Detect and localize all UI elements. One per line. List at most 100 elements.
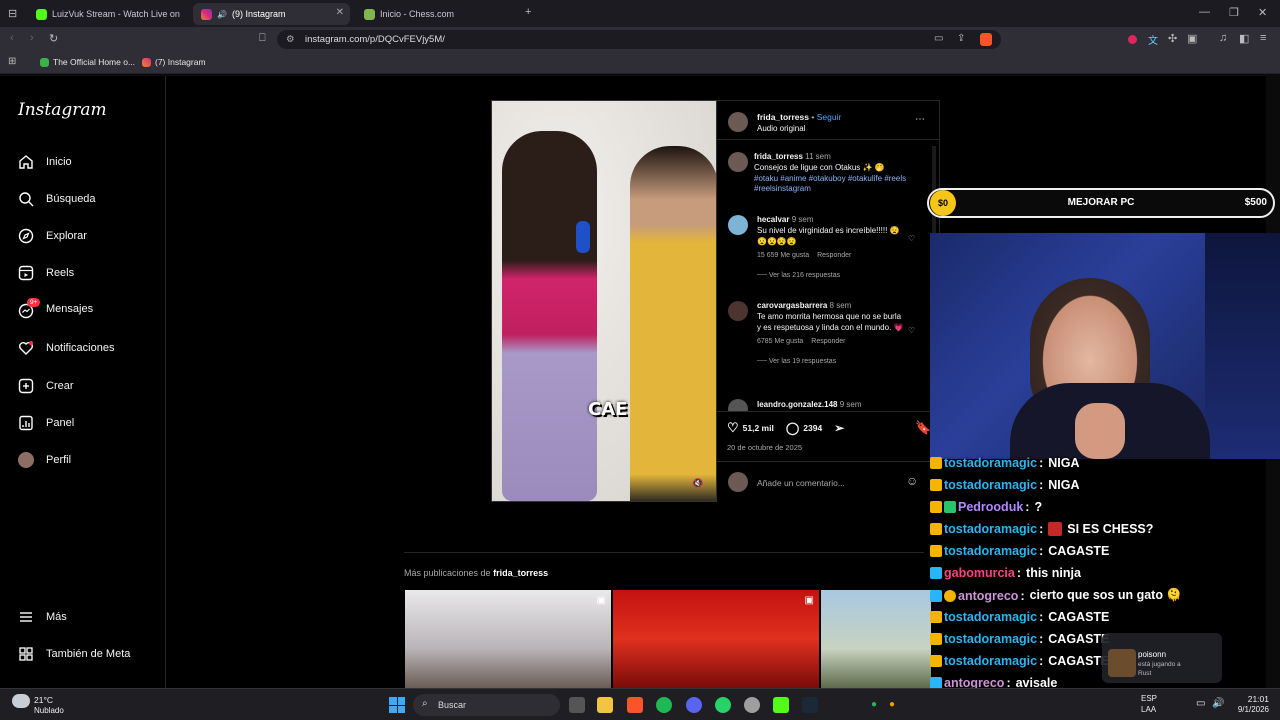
kick-icon[interactable] — [773, 697, 789, 713]
comment-username[interactable]: leandro.gonzalez.148 — [757, 400, 837, 409]
nav-item-mas[interactable]: Más — [18, 609, 67, 625]
nav-item-explorar[interactable]: Explorar — [18, 228, 87, 244]
screen-icon[interactable]: ▭ — [934, 33, 943, 44]
brave-browser-icon[interactable] — [627, 697, 643, 713]
like-count[interactable]: 51,2 mil — [743, 423, 774, 433]
tray-app-icon[interactable]: ● — [889, 699, 895, 710]
tray-spotify-icon[interactable]: ● — [871, 699, 877, 710]
extension-red-icon[interactable] — [1128, 35, 1137, 44]
tab-chess[interactable]: Inicio - Chess.com — [356, 3, 516, 25]
comment-icon[interactable]: ◯ — [786, 421, 799, 435]
whatsapp-icon[interactable] — [715, 697, 731, 713]
comment-likes[interactable]: 6785 Me gusta — [757, 338, 803, 345]
comment-likes[interactable]: 15 659 Me gusta — [757, 252, 809, 259]
spotify-icon[interactable] — [656, 697, 672, 713]
wallet-icon[interactable]: ▣ — [1187, 32, 1197, 45]
view-replies-button[interactable]: Ver las 19 respuestas — [769, 358, 836, 365]
caption-hashtags[interactable]: #otaku #anime #otakuboy #otakulife #reel… — [754, 174, 914, 196]
reply-button[interactable]: Responder — [811, 338, 845, 345]
nav-item-inicio[interactable]: Inicio — [18, 154, 72, 170]
chat-username[interactable]: tostadoramagic — [944, 544, 1037, 558]
more-post-thumbnail[interactable]: ▣ — [405, 590, 611, 688]
bookmark-item[interactable]: (7) Instagram — [142, 57, 206, 67]
caption-username[interactable]: frida_torress — [754, 152, 803, 161]
close-window-icon[interactable]: ✕ — [1258, 6, 1267, 19]
file-explorer-icon[interactable] — [597, 697, 613, 713]
weather-cloud-icon[interactable] — [12, 694, 30, 708]
author-avatar[interactable] — [728, 112, 748, 132]
comment-username[interactable]: hecalvar — [757, 215, 789, 224]
sidebar-toggle-icon[interactable]: ◧ — [1239, 32, 1249, 45]
chat-username[interactable]: antogreco — [958, 589, 1018, 603]
caption-avatar[interactable] — [728, 152, 748, 172]
bookmark-item[interactable]: The Official Home o... — [40, 57, 135, 67]
follow-button[interactable]: Seguir — [817, 112, 842, 122]
chat-username[interactable]: tostadoramagic — [944, 654, 1037, 668]
view-replies-button[interactable]: Ver las 216 respuestas — [769, 272, 840, 279]
volume-icon[interactable]: 🔊 — [1212, 698, 1224, 709]
reload-icon[interactable]: ↻ — [49, 32, 58, 45]
comment-avatar[interactable] — [728, 301, 748, 321]
back-icon[interactable]: ‹ — [10, 32, 14, 44]
apps-grid-icon[interactable]: ⊞ — [8, 56, 16, 67]
add-comment-input[interactable]: Añade un comentario... — [757, 478, 845, 488]
close-tab-icon[interactable]: ✕ — [336, 7, 344, 18]
chat-username[interactable]: tostadoramagic — [944, 610, 1037, 624]
bookmark-icon[interactable]: ⎕ — [259, 32, 266, 45]
chat-username[interactable]: tostadoramagic — [944, 522, 1037, 536]
nav-item-mensajes[interactable]: 9+ Mensajes — [18, 298, 93, 319]
discord-icon[interactable] — [686, 697, 702, 713]
chat-username[interactable]: tostadoramagic — [944, 456, 1037, 470]
obs-icon[interactable] — [744, 697, 760, 713]
translate-icon[interactable]: 文 — [1148, 32, 1158, 47]
minimize-icon[interactable]: — — [1199, 6, 1210, 18]
tab-instagram[interactable]: 🔊 (9) Instagram ✕ — [193, 3, 350, 25]
share-icon[interactable]: ➢ — [834, 421, 844, 435]
brave-shield-icon[interactable] — [980, 33, 992, 46]
language-code[interactable]: ESP — [1141, 694, 1157, 703]
browser-menu-icon[interactable]: ⊟ — [8, 7, 17, 20]
chat-username[interactable]: tostadoramagic — [944, 478, 1037, 492]
windows-start-icon[interactable] — [389, 697, 405, 713]
comment-username[interactable]: carovargasbarrera — [757, 301, 827, 310]
reply-button[interactable]: Responder — [817, 252, 851, 259]
steam-icon[interactable] — [802, 697, 818, 713]
forward-icon[interactable]: › — [30, 32, 34, 44]
tab-kick[interactable]: LuizVuk Stream - Watch Live on — [28, 3, 188, 25]
weather-desc[interactable]: Nublado — [34, 706, 64, 715]
restore-icon[interactable]: ❐ — [1229, 6, 1239, 19]
clock-time[interactable]: 21:01 — [1232, 694, 1269, 704]
post-video[interactable]: CAE 🔇 — [491, 100, 717, 502]
nav-item-panel[interactable]: Panel — [18, 415, 74, 431]
site-info-icon[interactable]: ⚙ — [286, 30, 295, 49]
more-options-icon[interactable]: ⋯ — [915, 114, 925, 125]
chat-username[interactable]: Pedrooduk — [958, 500, 1023, 514]
activity-notification[interactable]: poisonn está jugando a Rust — [1102, 633, 1222, 683]
comment-avatar[interactable] — [728, 215, 748, 235]
language-layout[interactable]: LAA — [1141, 705, 1156, 714]
taskbar-search[interactable]: ⌕ Buscar — [413, 694, 560, 716]
weather-temp[interactable]: 21°C — [34, 695, 53, 705]
more-posts-username[interactable]: frida_torress — [493, 568, 548, 578]
author-username[interactable]: frida_torress — [757, 112, 809, 122]
network-icon[interactable]: ▭ — [1196, 698, 1205, 709]
chat-username[interactable]: gabomurcia — [944, 566, 1015, 580]
like-heart-icon[interactable]: ♡ — [727, 420, 739, 436]
share-icon[interactable]: ⇪ — [957, 33, 965, 44]
instagram-logo[interactable]: Instagram — [18, 100, 107, 120]
extensions-icon[interactable]: ✣ — [1168, 32, 1177, 45]
nav-item-notificaciones[interactable]: Notificaciones — [18, 340, 114, 356]
task-view-icon[interactable] — [569, 697, 585, 713]
url-field[interactable]: ⚙ instagram.com/p/DQCvFEVjy5M/ — [277, 30, 1001, 49]
emoji-icon[interactable]: ☺ — [906, 474, 918, 488]
nav-item-meta[interactable]: También de Meta — [18, 646, 130, 662]
comment-like-heart-icon[interactable]: ♡ — [908, 326, 915, 335]
clock-date[interactable]: 9/1/2026 — [1228, 705, 1269, 714]
nav-item-crear[interactable]: Crear — [18, 378, 74, 394]
browser-menu-button-icon[interactable]: ≡ — [1260, 32, 1266, 44]
more-post-thumbnail[interactable]: ▣ — [613, 590, 819, 688]
audio-label[interactable]: Audio original — [757, 124, 841, 133]
nav-item-reels[interactable]: Reels — [18, 265, 74, 281]
more-post-thumbnail[interactable] — [821, 590, 931, 688]
nav-item-busqueda[interactable]: Búsqueda — [18, 191, 96, 207]
